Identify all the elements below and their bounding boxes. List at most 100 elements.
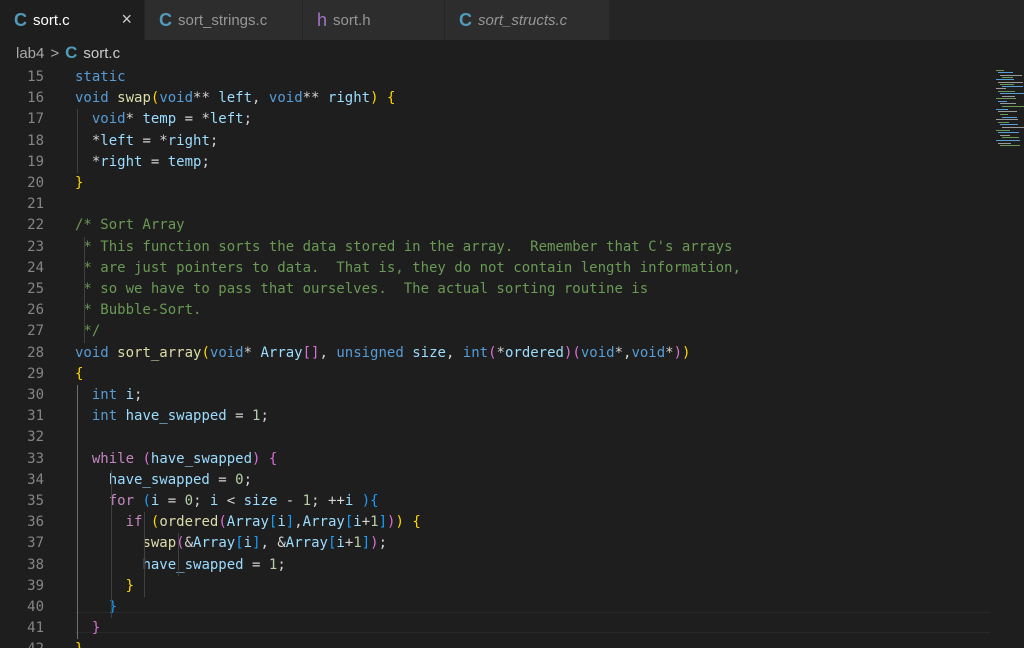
code-line: 19 *right = temp; bbox=[0, 152, 990, 173]
tab-sort-strings-c[interactable]: Csort_strings.c bbox=[145, 0, 303, 40]
code-line: 25 * so we have to pass that ourselves. … bbox=[0, 279, 990, 300]
c-file-icon: C bbox=[65, 43, 78, 62]
minimap-line bbox=[996, 119, 1018, 120]
line-number: 39 bbox=[27, 577, 44, 594]
line-number: 26 bbox=[27, 302, 44, 319]
line-number: 29 bbox=[27, 365, 44, 382]
line-number: 20 bbox=[27, 175, 44, 191]
minimap-line bbox=[996, 79, 1014, 80]
line-number: 38 bbox=[27, 556, 44, 573]
code-line: 39 } bbox=[0, 576, 990, 597]
minimap-line bbox=[1000, 103, 1016, 104]
minimap-line bbox=[1002, 127, 1024, 128]
code-text[interactable]: * Bubble-Sort. bbox=[75, 300, 201, 321]
minimap-line bbox=[1000, 75, 1022, 76]
breadcrumb-file[interactable]: sort.c bbox=[83, 45, 120, 62]
code-line: 23 * This function sorts the data stored… bbox=[0, 237, 990, 258]
code-text[interactable]: * so we have to pass that ourselves. The… bbox=[75, 279, 648, 300]
indent-guide bbox=[178, 533, 180, 576]
code-text[interactable]: if (ordered(Array[i],Array[i+1])) { bbox=[75, 512, 421, 533]
code-line: 34 have_swapped = 0; bbox=[0, 470, 990, 491]
line-number: 15 bbox=[27, 69, 44, 85]
tab-label: sort_structs.c bbox=[478, 11, 568, 29]
code-text[interactable]: * This function sorts the data stored in… bbox=[75, 237, 732, 258]
indent-guide bbox=[84, 236, 85, 343]
code-text[interactable]: * are just pointers to data. That is, th… bbox=[75, 258, 740, 279]
line-number: 33 bbox=[27, 450, 44, 467]
minimap-line bbox=[1002, 137, 1019, 138]
code-text[interactable]: /* Sort Array bbox=[75, 215, 185, 236]
code-text[interactable]: void swap(void** left, void** right) { bbox=[75, 88, 395, 109]
code-line: 29 { bbox=[0, 364, 990, 385]
minimap-line bbox=[1002, 106, 1024, 107]
code-line: 21 bbox=[0, 194, 990, 215]
minimap-line bbox=[996, 70, 1004, 71]
minimap-line bbox=[1002, 96, 1015, 97]
code-text[interactable]: *right = temp; bbox=[75, 152, 210, 173]
minimap-line bbox=[996, 130, 1010, 131]
close-icon[interactable]: × bbox=[121, 9, 132, 30]
minimap-line bbox=[1000, 84, 1014, 85]
code-line: 18 *left = *right; bbox=[0, 131, 990, 152]
indent-guide bbox=[144, 512, 146, 597]
c-file-icon: C bbox=[14, 9, 27, 30]
code-text[interactable]: { bbox=[75, 364, 83, 385]
code-line: 28 void sort_array(void* Array[], unsigne… bbox=[0, 343, 990, 364]
c-file-icon: C bbox=[159, 9, 172, 30]
code-editor[interactable]: 15 static 16 void swap(void** left, void** … bbox=[0, 66, 990, 648]
indent-guide bbox=[77, 385, 78, 640]
indent-guide bbox=[110, 469, 112, 619]
minimap-line bbox=[998, 72, 1013, 73]
code-line: 26 * Bubble-Sort. bbox=[0, 300, 990, 321]
code-line: 24 * are just pointers to data. That is,… bbox=[0, 258, 990, 279]
code-text[interactable]: while (have_swapped) { bbox=[75, 449, 278, 470]
code-text[interactable]: for (i = 0; i < size - 1; ++i ){ bbox=[75, 491, 379, 512]
minimap-line bbox=[998, 132, 1019, 133]
code-text[interactable]: void sort_array(void* Array[], unsigned … bbox=[75, 343, 690, 364]
code-text[interactable]: *left = *right; bbox=[75, 131, 218, 152]
code-text[interactable]: */ bbox=[75, 321, 100, 342]
code-text[interactable]: int have_swapped = 1; bbox=[75, 406, 269, 427]
line-number: 36 bbox=[27, 514, 44, 531]
minimap-line bbox=[1002, 77, 1013, 78]
tab-label: sort_strings.c bbox=[178, 11, 268, 29]
line-number: 41 bbox=[27, 620, 44, 637]
line-number: 25 bbox=[27, 281, 44, 297]
minimap-line bbox=[996, 109, 1008, 110]
code-line: 22 /* Sort Array bbox=[0, 215, 990, 236]
code-line: 41 } bbox=[0, 618, 990, 639]
minimap-line bbox=[1000, 114, 1008, 115]
line-number: 19 bbox=[27, 153, 44, 170]
code-text[interactable]: } bbox=[75, 618, 100, 639]
tab-sort-h[interactable]: h sort.h bbox=[303, 0, 445, 40]
line-number: 16 bbox=[27, 90, 44, 107]
code-text[interactable]: } bbox=[75, 576, 134, 597]
minimap-line bbox=[998, 91, 1015, 92]
chevron-right-icon: > bbox=[50, 44, 60, 62]
code-text[interactable]: swap(&Array[i], &Array[i+1]); bbox=[75, 533, 387, 554]
code-text[interactable]: } bbox=[75, 173, 83, 194]
minimap-line bbox=[998, 101, 1007, 102]
minimap-line bbox=[1002, 117, 1017, 118]
code-line: 40 } bbox=[0, 597, 990, 618]
tab-sort-c[interactable]: Csort.c × bbox=[0, 0, 145, 40]
tab-sort-structs-c[interactable]: Csort_structs.c bbox=[445, 0, 610, 40]
minimap[interactable] bbox=[990, 66, 1024, 156]
line-number: 35 bbox=[27, 493, 44, 509]
line-number: 27 bbox=[27, 323, 44, 340]
code-text[interactable]: have_swapped = 0; bbox=[75, 470, 252, 491]
minimap-line bbox=[1000, 124, 1018, 125]
line-number: 22 bbox=[27, 217, 44, 234]
code-text[interactable]: void* temp = *left; bbox=[75, 109, 252, 130]
code-text[interactable]: int i; bbox=[75, 385, 143, 406]
code-text[interactable]: have_swapped = 1; bbox=[75, 555, 285, 576]
h-file-icon: h bbox=[317, 9, 328, 30]
breadcrumb-folder[interactable]: lab4 bbox=[16, 45, 44, 62]
line-number: 18 bbox=[27, 132, 44, 149]
line-number: 42 bbox=[0, 639, 44, 648]
code-text[interactable]: } bbox=[75, 639, 83, 648]
code-text[interactable]: static bbox=[75, 67, 126, 88]
minimap-line bbox=[996, 88, 1006, 89]
line-number: 32 bbox=[27, 429, 44, 446]
code-line: 20} bbox=[0, 173, 990, 194]
